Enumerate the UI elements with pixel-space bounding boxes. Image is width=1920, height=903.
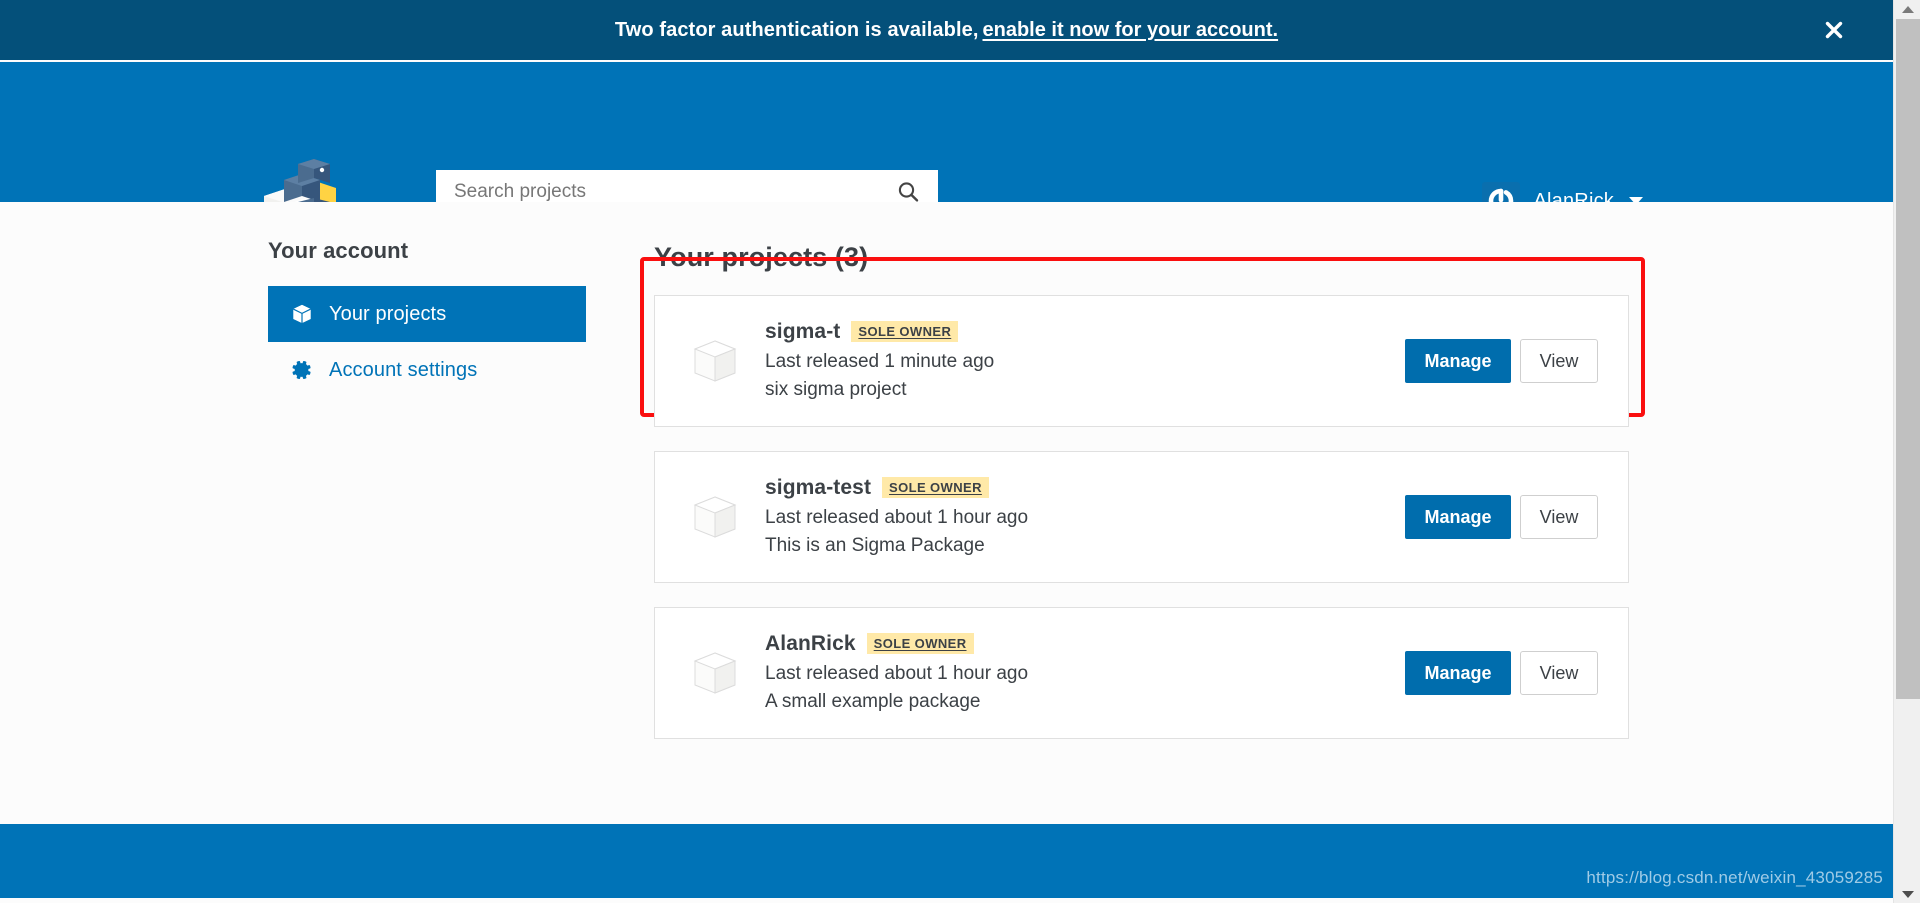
site-header: AlanRick <box>0 62 1893 238</box>
project-card[interactable]: sigma-test SOLE OWNER Last released abou… <box>654 451 1629 583</box>
watermark-url: https://blog.csdn.net/weixin_43059285 <box>1586 868 1883 887</box>
project-title-row: AlanRick SOLE OWNER <box>765 632 1405 656</box>
project-info: sigma-test SOLE OWNER Last released abou… <box>765 476 1405 558</box>
manage-button[interactable]: Manage <box>1405 651 1511 695</box>
view-button[interactable]: View <box>1520 339 1598 383</box>
status-badge[interactable]: SOLE OWNER <box>851 321 959 343</box>
project-actions: Manage View <box>1405 339 1598 383</box>
project-description: This is an Sigma Package <box>765 534 985 556</box>
project-name: sigma-t <box>765 319 841 343</box>
view-button[interactable]: View <box>1520 651 1598 695</box>
bottom-strip <box>0 898 1893 903</box>
project-info: AlanRick SOLE OWNER Last released about … <box>765 632 1405 714</box>
package-cube-icon <box>687 489 743 545</box>
project-title-row: sigma-t SOLE OWNER <box>765 320 1405 344</box>
manage-button[interactable]: Manage <box>1405 495 1511 539</box>
project-released: Last released 1 minute ago <box>765 350 995 372</box>
notification-text: Two factor authentication is available, <box>614 18 979 41</box>
sidebar-item-label: Account settings <box>329 358 478 381</box>
sidebar-item-label: Your projects <box>329 302 447 325</box>
package-cube-icon <box>687 645 743 701</box>
scrollbar-thumb[interactable] <box>1896 19 1920 699</box>
view-button[interactable]: View <box>1520 495 1598 539</box>
project-name: sigma-test <box>765 475 872 499</box>
close-icon[interactable] <box>1821 17 1847 43</box>
enable-2fa-link[interactable]: enable it now for your account. <box>983 19 1279 42</box>
gear-icon <box>290 358 314 382</box>
vertical-scrollbar[interactable] <box>1893 0 1920 903</box>
sidebar-heading: Your account <box>268 238 409 263</box>
manage-button[interactable]: Manage <box>1405 339 1511 383</box>
package-cube-icon <box>687 333 743 389</box>
status-badge[interactable]: SOLE OWNER <box>882 477 989 499</box>
sidebar-item-account-settings[interactable]: Account settings <box>268 342 586 398</box>
projects-panel: Your projects (3) sigma-t SOLE OWNER Las… <box>640 202 1645 763</box>
project-description: six sigma project <box>765 378 907 400</box>
status-badge[interactable]: SOLE OWNER <box>866 633 974 655</box>
project-actions: Manage View <box>1405 651 1598 695</box>
cube-icon <box>290 302 314 326</box>
scroll-down-arrow-icon[interactable] <box>1894 885 1920 903</box>
account-sidebar: Your account Your projects Account setti… <box>268 238 586 398</box>
page-title: Your projects (3) <box>654 242 869 272</box>
project-released: Last released about 1 hour ago <box>765 662 1029 684</box>
project-actions: Manage View <box>1405 495 1598 539</box>
project-card[interactable]: AlanRick SOLE OWNER Last released about … <box>654 607 1629 739</box>
sidebar-item-your-projects[interactable]: Your projects <box>268 286 586 342</box>
project-title-row: sigma-test SOLE OWNER <box>765 476 1405 500</box>
site-footer: https://blog.csdn.net/weixin_43059285 <box>0 824 1893 898</box>
project-released: Last released about 1 hour ago <box>765 506 1029 528</box>
two-factor-notification-banner: Two factor authentication is available, … <box>0 0 1893 60</box>
project-name: AlanRick <box>765 631 856 655</box>
scroll-up-arrow-icon[interactable] <box>1894 0 1920 18</box>
project-info: sigma-t SOLE OWNER Last released 1 minut… <box>765 320 1405 402</box>
project-description: A small example package <box>765 690 981 712</box>
project-card[interactable]: sigma-t SOLE OWNER Last released 1 minut… <box>654 295 1629 427</box>
page-root: Two factor authentication is available, … <box>0 0 1920 903</box>
page-content: Your account Your projects Account setti… <box>0 202 1893 824</box>
